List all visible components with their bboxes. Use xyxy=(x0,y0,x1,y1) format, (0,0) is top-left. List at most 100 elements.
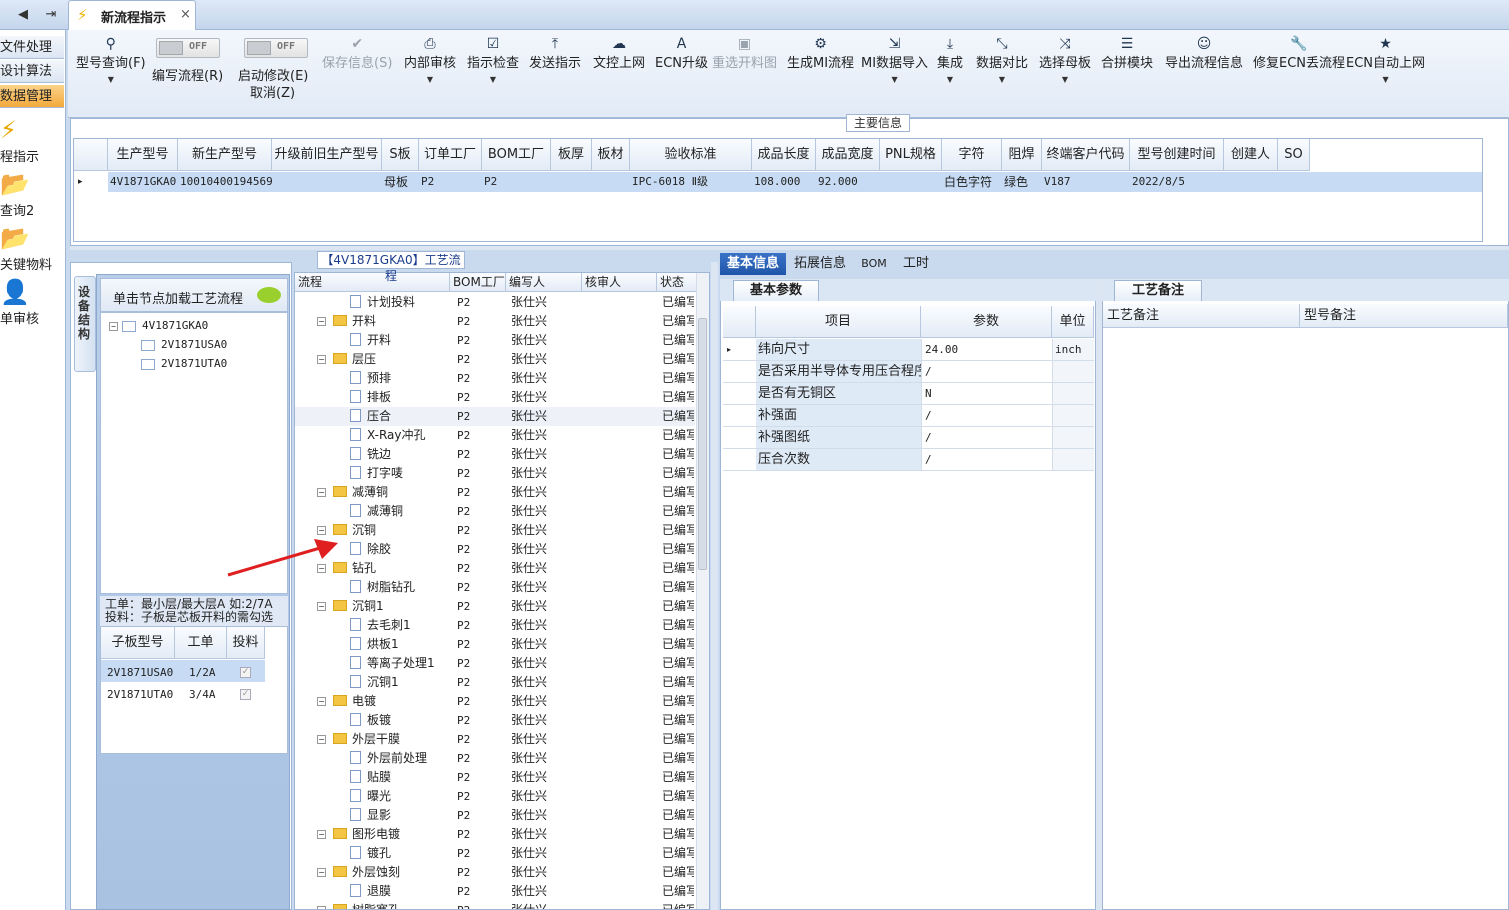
tab-basic-params[interactable]: 基本参数 xyxy=(733,280,819,301)
choose-mother-board-button[interactable]: ⤨ 选择母板 ▼ xyxy=(1039,34,1091,84)
column-header[interactable]: 板材 xyxy=(592,139,630,171)
flow-group-row[interactable]: − 减薄铜 P2 张仕兴 已编写 xyxy=(295,483,695,502)
reselect-cut-button[interactable]: ▣ 重选开料图 xyxy=(712,34,777,71)
column-header[interactable]: 参数 xyxy=(921,306,1052,338)
flow-group-row[interactable]: − 电镀 P2 张仕兴 已编写 xyxy=(295,692,695,711)
param-row[interactable]: 补强图纸 / xyxy=(723,427,1094,449)
nav-forward-button[interactable]: ⇥ xyxy=(40,6,62,24)
collapse-icon[interactable]: − xyxy=(317,602,326,611)
tab-work-hours[interactable]: 工时 xyxy=(898,253,934,275)
flow-step-row[interactable]: 板镀 P2 张仕兴 已编写 xyxy=(295,711,695,730)
cancel-label[interactable]: 取消(Z) xyxy=(250,82,295,101)
tab-device-structure[interactable]: 设备结构 xyxy=(74,276,96,372)
param-value[interactable]: / xyxy=(921,427,1052,448)
column-header[interactable]: 生产型号 xyxy=(108,139,178,171)
param-value[interactable]: / xyxy=(921,449,1052,470)
flow-step-row[interactable]: 减薄铜 P2 张仕兴 已编写 xyxy=(295,502,695,521)
collapse-icon[interactable]: − xyxy=(109,322,118,331)
column-header[interactable]: 终端客户代码 xyxy=(1042,139,1130,171)
tree-node-child[interactable]: 2V1871UTA0 xyxy=(141,357,227,370)
param-value[interactable]: / xyxy=(921,361,1052,382)
export-flow-info-button[interactable]: ☺ 导出流程信息 xyxy=(1165,34,1243,71)
column-header[interactable]: 流程 xyxy=(295,273,450,292)
tree-node-child[interactable]: 2V1871USA0 xyxy=(141,338,227,351)
flow-group-row[interactable]: − 外层蚀刻 P2 张仕兴 已编写 xyxy=(295,863,695,882)
column-header[interactable]: 阻焊 xyxy=(1002,139,1042,171)
flow-step-row[interactable]: 贴膜 P2 张仕兴 已编写 xyxy=(295,768,695,787)
column-header[interactable]: 核审人 xyxy=(582,273,657,292)
flow-step-row[interactable]: 显影 P2 张仕兴 已编写 xyxy=(295,806,695,825)
flow-step-row[interactable]: 烘板1 P2 张仕兴 已编写 xyxy=(295,635,695,654)
flow-group-row[interactable]: − 沉铜 P2 张仕兴 已编写 xyxy=(295,521,695,540)
collapse-icon[interactable]: − xyxy=(317,355,326,364)
flow-step-row[interactable]: 排板 P2 张仕兴 已编写 xyxy=(295,388,695,407)
flow-step-row[interactable]: 等离子处理1 P2 张仕兴 已编写 xyxy=(295,654,695,673)
collapse-icon[interactable]: − xyxy=(317,526,326,535)
param-row[interactable]: ▸ 纬向尺寸 24.00 inch xyxy=(723,339,1094,361)
collapse-icon[interactable]: − xyxy=(317,317,326,326)
column-header[interactable]: 升级前旧生产型号 xyxy=(272,139,382,171)
column-header[interactable]: 板厚 xyxy=(551,139,592,171)
nav-design-algorithm[interactable]: 设计算法 xyxy=(0,60,64,83)
column-header[interactable]: 成品宽度 xyxy=(816,139,880,171)
column-header[interactable]: 成品长度 xyxy=(752,139,816,171)
column-header[interactable]: 型号备注 xyxy=(1300,304,1508,328)
column-header[interactable]: 子板型号 xyxy=(101,627,175,659)
column-header[interactable]: BOM工厂 xyxy=(482,139,551,171)
collapse-icon[interactable]: − xyxy=(317,830,326,839)
merge-module-button[interactable]: ☰ 合拼模块 xyxy=(1101,34,1153,71)
save-info-button[interactable]: ✔ 保存信息(S) xyxy=(322,34,392,71)
nav-key-materials[interactable]: 📂 关键物料 xyxy=(0,222,64,273)
flow-step-row[interactable]: 压合 P2 张仕兴 已编写 xyxy=(295,407,695,426)
flow-group-row[interactable]: − 沉铜1 P2 张仕兴 已编写 xyxy=(295,597,695,616)
edit-flow-toggle[interactable]: OFF xyxy=(156,38,220,58)
mi-import-button[interactable]: ⇲ MI数据导入 ▼ xyxy=(861,34,928,84)
column-header[interactable]: 型号创建时间 xyxy=(1130,139,1224,171)
ecn-upgrade-button[interactable]: A ECN升级 xyxy=(655,34,708,71)
flow-group-row[interactable]: −钻孔P2张仕兴已编写 xyxy=(295,559,695,578)
flow-step-row[interactable]: 计划投料 P2 张仕兴 已编写 xyxy=(295,293,695,312)
param-value[interactable]: 24.00 xyxy=(921,339,1052,360)
collapse-icon[interactable]: − xyxy=(317,735,326,744)
column-header[interactable]: 订单工厂 xyxy=(419,139,482,171)
collapse-icon[interactable]: − xyxy=(317,906,326,909)
column-header[interactable]: BOM工厂 xyxy=(450,273,506,292)
send-instruction-button[interactable]: ⤒ 发送指示 xyxy=(529,34,581,71)
model-query-button[interactable]: ⚲ 型号查询(F) ▼ xyxy=(76,34,146,84)
flow-step-row[interactable]: 曝光 P2 张仕兴 已编写 xyxy=(295,787,695,806)
column-header[interactable]: 字符 xyxy=(942,139,1002,171)
internal-review-button[interactable]: ⎙ 内部审核 ▼ xyxy=(404,34,456,84)
flow-group-row[interactable]: − 开料 P2 张仕兴 已编写 xyxy=(295,312,695,331)
column-header[interactable]: 投料 xyxy=(227,627,265,659)
nav-data-management[interactable]: 数据管理 xyxy=(0,85,64,108)
nav-flow-instruction[interactable]: ⚡ 程指示 xyxy=(0,114,64,165)
instruction-check-button[interactable]: ☑ 指示检查 ▼ xyxy=(467,34,519,84)
doc-upload-button[interactable]: ☁ 文控上网 xyxy=(593,34,645,71)
column-header[interactable]: 验收标准 xyxy=(630,139,752,171)
flow-group-row[interactable]: − 层压 P2 张仕兴 已编写 xyxy=(295,350,695,369)
param-row[interactable]: 压合次数 / xyxy=(723,449,1094,471)
tab-extended-info[interactable]: 拓展信息 xyxy=(790,253,850,275)
param-row[interactable]: 是否有无铜区 N xyxy=(723,383,1094,405)
column-header[interactable]: SO xyxy=(1278,139,1310,171)
generate-mi-button[interactable]: ⚙ 生成MI流程 xyxy=(787,34,854,71)
column-header[interactable]: PNL规格 xyxy=(880,139,942,171)
flow-step-row[interactable]: 除胶 P2 张仕兴 已编写 xyxy=(295,540,695,559)
column-header[interactable]: 编写人 xyxy=(506,273,582,292)
collapse-icon[interactable]: − xyxy=(317,488,326,497)
flow-step-row[interactable]: 树脂钻孔 P2 张仕兴 已编写 xyxy=(295,578,695,597)
param-value[interactable]: N xyxy=(921,383,1052,404)
integrate-button[interactable]: ⤓ 集成 ▼ xyxy=(937,34,963,84)
flow-step-row[interactable]: 沉铜1 P2 张仕兴 已编写 xyxy=(295,673,695,692)
tab-bom[interactable]: BOM xyxy=(854,253,894,275)
collapse-icon[interactable]: − xyxy=(317,697,326,706)
flow-step-row[interactable]: 预排 P2 张仕兴 已编写 xyxy=(295,369,695,388)
vertical-splitter[interactable] xyxy=(711,262,718,910)
flow-step-row[interactable]: 外层前处理 P2 张仕兴 已编写 xyxy=(295,749,695,768)
nav-back-button[interactable]: ◀ xyxy=(14,6,32,24)
flow-step-row[interactable]: 去毛刺1 P2 张仕兴 已编写 xyxy=(295,616,695,635)
flow-step-row[interactable]: 铣边 P2 张仕兴 已编写 xyxy=(295,445,695,464)
param-value[interactable]: / xyxy=(921,405,1052,426)
start-modify-toggle[interactable]: OFF xyxy=(244,38,308,58)
feed-checkbox[interactable]: ✓ xyxy=(240,667,251,678)
